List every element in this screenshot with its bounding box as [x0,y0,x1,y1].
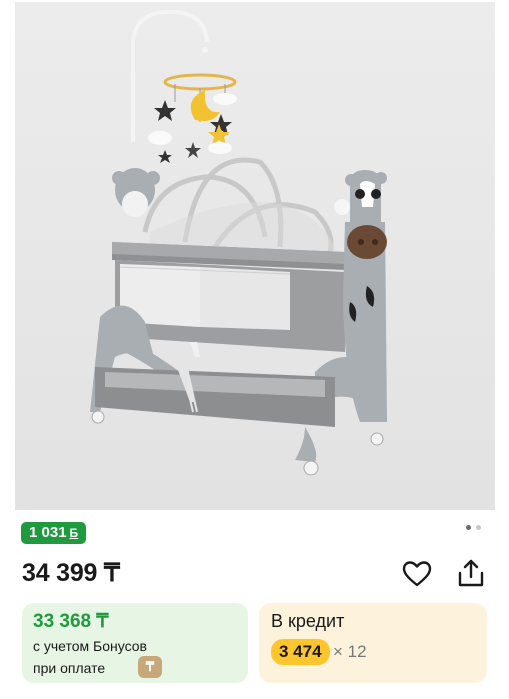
credit-monthly-payment: 3 474 [271,639,330,665]
share-icon [458,559,484,587]
carousel-dots[interactable] [466,525,481,530]
credit-card[interactable]: В кредит 3 474 × 12 [259,603,487,683]
carousel-dot-1[interactable] [466,525,471,530]
product-price: 34 399 ₸ [22,559,120,587]
bonus-badge: 1 031 Б [21,522,87,544]
credit-term: × 12 [333,642,367,661]
kaspi-pay-icon: ₸ [138,656,162,678]
bonus-price: 33 368 ₸ [33,611,109,632]
bonus-note-line1: с учетом Бонусов [33,638,147,654]
bonus-amount: 1 031 [29,524,67,541]
credit-title: В кредит [271,611,345,631]
share-button[interactable] [456,558,486,588]
bonus-note-line2: при оплате [33,660,106,676]
product-image[interactable] [15,2,495,510]
bonus-price-card[interactable]: 33 368 ₸ с учетом Бонусов при оплате ₸ [22,603,248,683]
heart-outline-icon [402,561,432,587]
bonus-currency-glyph: Б [69,526,79,540]
favorite-button[interactable] [402,560,432,588]
crib-illustration [90,9,387,476]
carousel-dot-2[interactable] [476,525,481,530]
